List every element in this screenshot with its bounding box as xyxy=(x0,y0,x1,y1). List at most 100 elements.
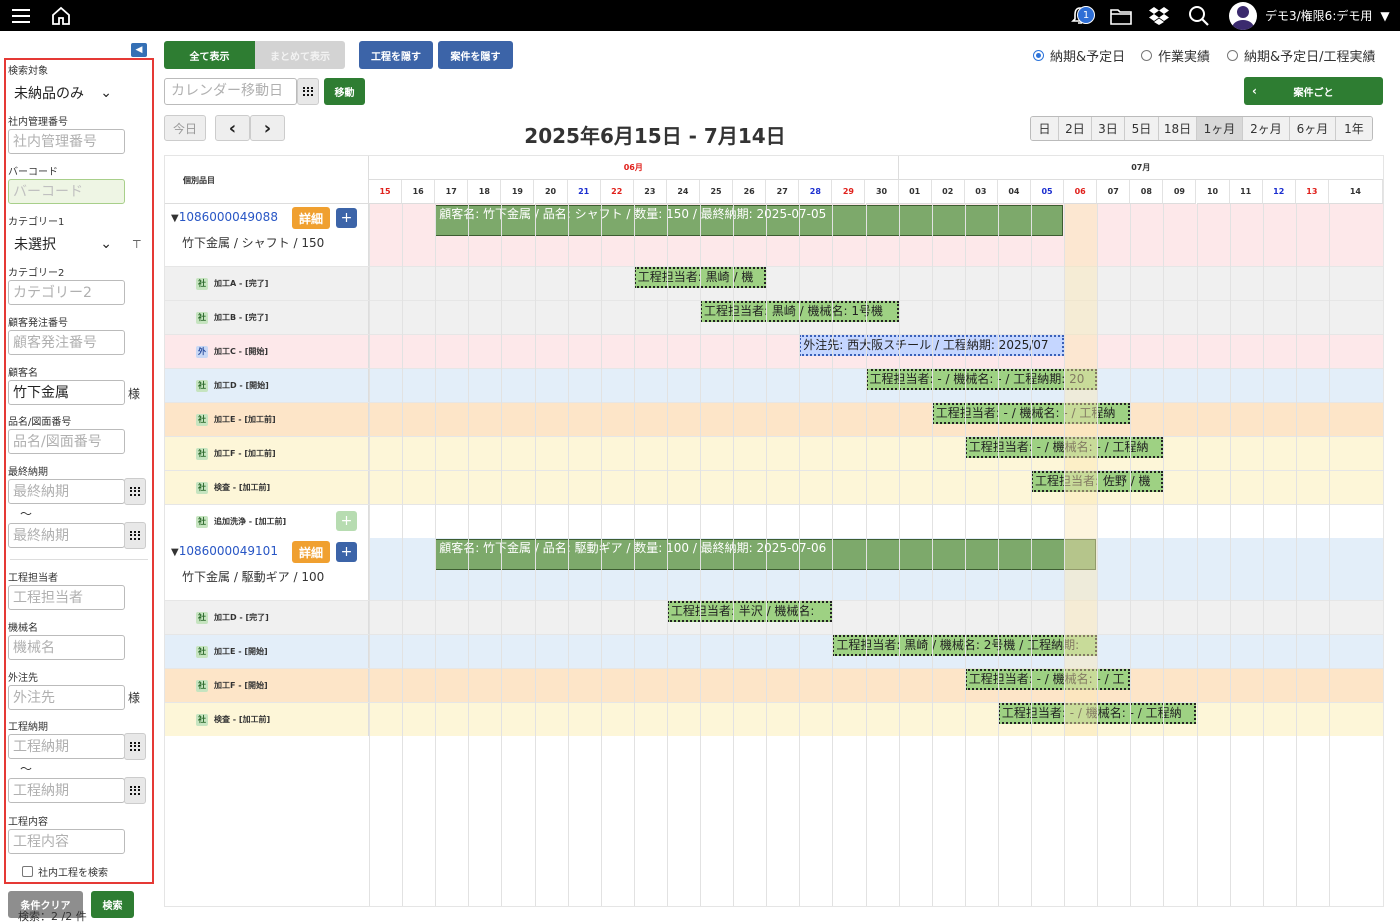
expand-arrow-icon[interactable]: ▼ xyxy=(171,213,179,224)
process-name-text: 加工F - [加工前] xyxy=(214,449,276,458)
customer-input[interactable]: 竹下金属 xyxy=(8,380,125,405)
home-icon[interactable] xyxy=(48,0,74,31)
add-process-button[interactable]: + xyxy=(336,208,357,228)
day-label: 15 xyxy=(369,180,403,204)
next-button[interactable]: › xyxy=(250,115,285,141)
search-target-select[interactable]: 未納品のみ ⌄ xyxy=(8,80,118,105)
range-day[interactable]: 日 xyxy=(1031,117,1059,140)
customer-order-input[interactable]: 顧客発注番号 xyxy=(8,330,125,355)
detail-button[interactable]: 詳細 xyxy=(292,541,330,563)
project-id-link[interactable]: ▼1086000049088 xyxy=(171,210,278,224)
calendar-icon[interactable] xyxy=(124,733,146,760)
project-id[interactable]: 1086000049101 xyxy=(179,544,278,558)
range-2day[interactable]: 2日 xyxy=(1059,117,1092,140)
worker-input[interactable]: 工程担当者 xyxy=(8,585,125,610)
outsource-input[interactable]: 外注先 xyxy=(8,685,125,710)
machine-input[interactable]: 機械名 xyxy=(8,635,125,660)
calendar-icon[interactable] xyxy=(124,522,146,549)
radio-dot[interactable] xyxy=(1141,50,1152,61)
grid-line xyxy=(402,204,404,906)
radio-schedule[interactable]: 納期&予定日 xyxy=(1033,46,1125,65)
grid-line xyxy=(931,204,933,906)
day-label: 09 xyxy=(1163,180,1197,204)
radio-dot[interactable] xyxy=(1033,50,1044,61)
per-case-button[interactable]: ‹ 案件ごと xyxy=(1244,77,1383,105)
today-button[interactable]: 今日 xyxy=(164,115,206,141)
process-bar[interactable]: 工程担当者: 半沢 / 機械名: xyxy=(666,601,833,622)
process-bar[interactable]: 工程担当者: - / 機械名: - / 工 xyxy=(964,669,1131,690)
search-button[interactable]: 検索 xyxy=(91,891,134,918)
category2-input[interactable]: カテゴリー2 xyxy=(8,280,125,305)
process-bar[interactable]: 工程担当者: - / 機械名: - / 工程納期: 20 xyxy=(865,369,1098,390)
radio-actual[interactable]: 作業実績 xyxy=(1141,46,1210,65)
hide-process-button[interactable]: 工程を隠す xyxy=(359,41,433,69)
search-status: 検索：2 /2 件 xyxy=(18,910,87,923)
detail-button[interactable]: 詳細 xyxy=(292,207,330,229)
grid-line xyxy=(666,204,668,906)
range-1month[interactable]: 1ヶ月 xyxy=(1197,117,1243,140)
range-6month[interactable]: 6ヶ月 xyxy=(1290,117,1336,140)
project-bar[interactable]: 顧客名: 竹下金属 / 品名: シャフト / 数量: 150 / 最終納期: 2… xyxy=(435,205,1064,236)
customer-label: 顧客名 xyxy=(8,368,38,379)
internal-no-input[interactable]: 社内管理番号 xyxy=(8,129,125,154)
project-id[interactable]: 1086000049088 xyxy=(179,210,278,224)
range-2month[interactable]: 2ヶ月 xyxy=(1243,117,1290,140)
show-grouped-button[interactable]: まとめて表示 xyxy=(255,41,345,69)
radio-dot[interactable] xyxy=(1227,50,1238,61)
process-type-badge: 社 xyxy=(196,515,208,528)
process-row: 社加工E - [開始] 工程担当者: 黒崎 / 機械名: 2号機 / 工程納期: xyxy=(165,634,1383,668)
checkbox-box[interactable] xyxy=(22,866,33,877)
radio-schedule-label: 納期&予定日 xyxy=(1050,50,1126,65)
range-5day[interactable]: 5日 xyxy=(1125,117,1159,140)
hide-case-button[interactable]: 案件を隠す xyxy=(438,41,513,69)
day-label: 14 xyxy=(1328,180,1383,204)
product-input[interactable]: 品名/図面番号 xyxy=(8,429,125,454)
final-due-from-input[interactable]: 最終納期 xyxy=(8,479,125,504)
process-name-text: 検査 - [加工前] xyxy=(214,483,271,492)
barcode-input[interactable]: バーコード xyxy=(8,179,125,204)
day-label: 28 xyxy=(799,180,833,204)
add-button[interactable]: + xyxy=(336,511,357,531)
search-icon[interactable] xyxy=(1186,0,1212,31)
range-1year[interactable]: 1年 xyxy=(1336,117,1372,140)
process-content-input[interactable]: 工程内容 xyxy=(8,829,125,854)
radio-schedule-actual-label: 納期&予定日/工程実績 xyxy=(1244,50,1376,65)
divider xyxy=(10,559,148,560)
prev-button[interactable]: ‹ xyxy=(215,115,250,141)
grid-line xyxy=(733,204,735,906)
show-all-button[interactable]: 全て表示 xyxy=(164,41,255,69)
calendar-icon[interactable] xyxy=(124,777,146,804)
final-due-to-input[interactable]: 最終納期 xyxy=(8,523,125,548)
radio-schedule-actual[interactable]: 納期&予定日/工程実績 xyxy=(1227,46,1376,65)
move-button[interactable]: 移動 xyxy=(324,78,365,105)
collapse-sidebar-icon[interactable]: ◀ xyxy=(131,43,147,57)
add-process-button[interactable]: + xyxy=(336,542,357,562)
sort-icon[interactable]: ⊤ xyxy=(132,238,142,251)
day-label: 08 xyxy=(1130,180,1164,204)
left-header-label: 個別品目 xyxy=(183,176,215,185)
user-menu[interactable]: デモ3/権限6:デモ用 ▼ xyxy=(1229,0,1390,31)
calendar-icon[interactable] xyxy=(124,478,146,505)
category1-select[interactable]: 未選択 ⌄ xyxy=(8,231,118,256)
project-id-link[interactable]: ▼1086000049101 xyxy=(171,544,278,558)
process-label: 社追加洗浄 - [加工前] + xyxy=(165,505,369,538)
range-3day[interactable]: 3日 xyxy=(1092,117,1125,140)
internal-process-checkbox[interactable]: 社内工程を検索 xyxy=(22,864,108,879)
grid-line xyxy=(501,204,503,906)
bell-icon[interactable]: 1 xyxy=(1062,0,1098,31)
grid-line xyxy=(1295,204,1297,906)
folder-icon[interactable] xyxy=(1108,0,1134,31)
process-due-to-input[interactable]: 工程納期 xyxy=(8,778,125,803)
process-label: 社検査 - [加工前] xyxy=(165,471,369,504)
outsource-suffix: 様 xyxy=(128,691,141,705)
dropbox-icon[interactable] xyxy=(1146,0,1172,31)
process-row: 社検査 - [加工前] 工程担当者: 佐野 / 機 xyxy=(165,470,1383,504)
range-18day[interactable]: 18日 xyxy=(1159,117,1197,140)
day-label: 22 xyxy=(600,180,634,204)
expand-arrow-icon[interactable]: ▼ xyxy=(171,547,179,558)
process-due-from-input[interactable]: 工程納期 xyxy=(8,734,125,759)
calendar-date-input[interactable]: カレンダー移動日 xyxy=(164,78,297,105)
menu-icon[interactable] xyxy=(8,0,34,31)
project-row: ▼1086000049101 竹下金属 / 駆動ギア / 100 詳細 + 顧客名: 竹… xyxy=(165,538,1383,600)
calendar-icon[interactable] xyxy=(297,78,319,105)
